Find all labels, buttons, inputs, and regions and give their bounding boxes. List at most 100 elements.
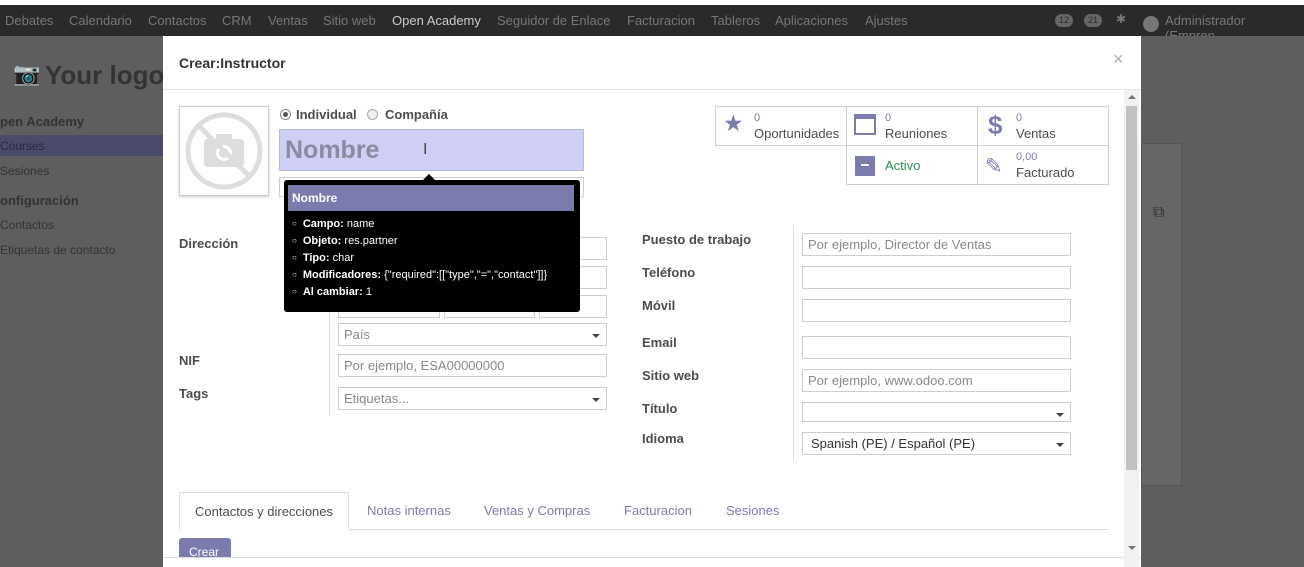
tab-notas[interactable]: Notas internas bbox=[367, 503, 451, 518]
website-label: Sitio web bbox=[642, 368, 700, 383]
close-icon[interactable]: × bbox=[1113, 49, 1124, 70]
opportunities-button[interactable]: ★ 0 Oportunidades bbox=[715, 106, 847, 146]
meetings-button[interactable]: 0 Reuniones bbox=[846, 106, 978, 146]
function-field[interactable]: Por ejemplo, Director de Ventas bbox=[802, 233, 1071, 256]
menu-calendario[interactable]: Calendario bbox=[69, 13, 132, 28]
scroll-up-icon[interactable] bbox=[1128, 95, 1136, 99]
nav-contactos[interactable]: Contactos bbox=[0, 218, 54, 232]
country-select[interactable]: País bbox=[338, 323, 607, 346]
external-link-icon: ⧉ bbox=[1153, 204, 1165, 221]
nav-sesiones[interactable]: Sesiones bbox=[0, 164, 49, 178]
email-label: Email bbox=[642, 335, 677, 350]
phone-field[interactable] bbox=[802, 266, 1071, 289]
language-select[interactable]: Spanish (PE) / Español (PE) bbox=[802, 432, 1071, 455]
invoiced-button[interactable]: ✎ 0,00 Facturado bbox=[977, 145, 1109, 185]
phone-label: Teléfono bbox=[642, 265, 696, 280]
function-label: Puesto de trabajo bbox=[642, 232, 752, 247]
sales-count: 0 bbox=[1016, 112, 1023, 124]
menu-crm[interactable]: CRM bbox=[222, 13, 252, 28]
dialog-header: Crear:Instructor × bbox=[163, 36, 1141, 90]
menu-ventas[interactable]: Ventas bbox=[268, 13, 308, 28]
meetings-count: 0 bbox=[885, 112, 892, 124]
title-label: Título bbox=[642, 401, 678, 416]
calendar-icon bbox=[854, 114, 876, 135]
menu-seguidor[interactable]: Seguidor de Enlace bbox=[497, 13, 610, 28]
lang-label: Idioma bbox=[642, 431, 684, 446]
tab-sesiones[interactable]: Sesiones bbox=[726, 503, 779, 518]
camera-icon: 📷 bbox=[13, 61, 41, 86]
tab-facturacion[interactable]: Facturacion bbox=[624, 503, 692, 518]
bug-icon[interactable]: ✱ bbox=[1116, 12, 1126, 26]
tooltip-item: Tipo: char bbox=[292, 252, 547, 269]
tags-field[interactable]: Etiquetas... bbox=[338, 387, 607, 410]
active-toggle-button[interactable]: Activo bbox=[846, 145, 978, 185]
menu-contactos[interactable]: Contactos bbox=[148, 13, 207, 28]
config-title: onfiguración bbox=[0, 193, 79, 208]
field-divider-right bbox=[793, 226, 794, 461]
name-field[interactable]: Nombre I bbox=[279, 129, 584, 171]
website-field[interactable]: Por ejemplo, www.odoo.com bbox=[802, 369, 1071, 392]
dollar-icon: $ bbox=[988, 110, 1003, 140]
tooltip-item: Campo: name bbox=[292, 218, 547, 235]
dialog-title: Crear:Instructor bbox=[179, 55, 286, 71]
radio-individual-label: Individual bbox=[296, 107, 357, 122]
mobile-field[interactable] bbox=[802, 299, 1071, 322]
invoiced-label: Facturado bbox=[1016, 165, 1075, 180]
nav-etiquetas[interactable]: Etiquetas de contacto bbox=[0, 243, 115, 257]
messages-badge[interactable]: 12 bbox=[1055, 14, 1074, 27]
menu-tableros[interactable]: Tableros bbox=[711, 13, 760, 28]
radio-individual[interactable] bbox=[280, 109, 291, 120]
chat-badge[interactable]: 21 bbox=[1084, 14, 1103, 27]
no-photo-icon bbox=[185, 112, 263, 190]
tooltip-item: Modificadores: {"required":[["type","=",… bbox=[292, 269, 547, 286]
menu-debates[interactable]: Debates bbox=[5, 13, 53, 28]
backdrop-sidebar: 📷 Your logo pen Academy Courses Sesiones… bbox=[0, 36, 165, 567]
top-navbar: Debates Calendario Contactos CRM Ventas … bbox=[0, 5, 1304, 43]
tab-contactos[interactable]: Contactos y direcciones bbox=[179, 492, 349, 530]
title-select[interactable] bbox=[802, 402, 1071, 422]
menu-facturacion[interactable]: Facturacion bbox=[627, 13, 695, 28]
dialog-footer bbox=[163, 557, 1141, 567]
tooltip-item: Objeto: res.partner bbox=[292, 235, 547, 252]
sales-label: Ventas bbox=[1016, 126, 1056, 141]
backdrop-card bbox=[1141, 143, 1182, 486]
archive-icon bbox=[855, 156, 875, 176]
tags-label: Tags bbox=[179, 386, 209, 401]
email-field[interactable] bbox=[802, 336, 1071, 359]
menu-ajustes[interactable]: Ajustes bbox=[865, 13, 908, 28]
text-cursor-icon: I bbox=[423, 141, 428, 158]
radio-company[interactable] bbox=[367, 109, 378, 120]
menu-open-academy[interactable]: Open Academy bbox=[392, 13, 481, 28]
invoiced-amount: 0,00 bbox=[1016, 151, 1038, 163]
name-placeholder: Nombre bbox=[285, 136, 380, 164]
scroll-down-icon[interactable] bbox=[1128, 546, 1136, 550]
vat-field[interactable]: Por ejemplo, ESA00000000 bbox=[338, 354, 607, 377]
meetings-label: Reuniones bbox=[885, 126, 948, 141]
tooltip-list: Campo: name Objeto: res.partner Tipo: ch… bbox=[292, 218, 547, 303]
menu-aplicaciones[interactable]: Aplicaciones bbox=[775, 13, 848, 28]
scrollbar-thumb[interactable] bbox=[1126, 106, 1137, 470]
radio-company-label: Compañía bbox=[385, 107, 448, 122]
company-logo: Your logo bbox=[45, 60, 165, 90]
field-tooltip: Nombre Campo: name Objeto: res.partner T… bbox=[284, 174, 580, 312]
mobile-label: Móvil bbox=[642, 298, 676, 313]
backdrop-content: ⧉ bbox=[1141, 36, 1304, 567]
opportunities-count: 0 bbox=[754, 112, 761, 124]
nav-courses[interactable]: Courses bbox=[0, 139, 45, 153]
tab-contactos-label: Contactos y direcciones bbox=[195, 504, 334, 519]
star-icon: ★ bbox=[723, 110, 744, 136]
tooltip-item: Al cambiar: 1 bbox=[292, 286, 547, 303]
vat-label: NIF bbox=[179, 353, 200, 368]
avatar[interactable] bbox=[1143, 16, 1159, 32]
active-label: Activo bbox=[885, 158, 921, 173]
sales-button[interactable]: $ 0 Ventas bbox=[977, 106, 1109, 146]
tab-ventas-compras[interactable]: Ventas y Compras bbox=[484, 503, 590, 518]
address-label: Dirección bbox=[179, 236, 239, 251]
tooltip-title: Nombre bbox=[288, 185, 574, 211]
app-title: pen Academy bbox=[0, 114, 85, 129]
edit-icon: ✎ bbox=[985, 155, 1003, 178]
opportunities-label: Oportunidades bbox=[754, 126, 840, 141]
menu-sitio-web[interactable]: Sitio web bbox=[323, 13, 376, 28]
image-placeholder[interactable] bbox=[179, 106, 269, 196]
scrollbar-track[interactable] bbox=[1124, 90, 1139, 567]
